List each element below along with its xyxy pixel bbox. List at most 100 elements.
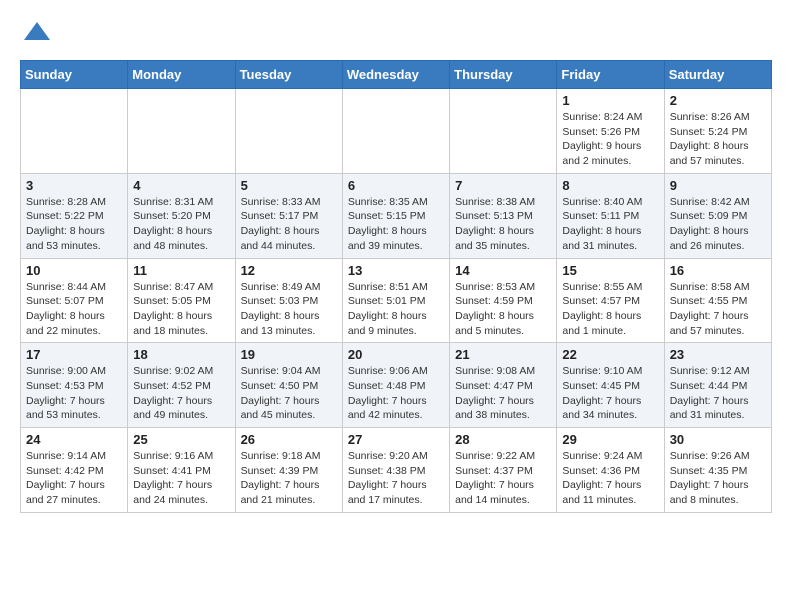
calendar-cell: 9 Sunrise: 8:42 AMSunset: 5:09 PMDaylight… xyxy=(664,173,771,258)
day-number: 23 xyxy=(670,347,766,362)
day-number: 22 xyxy=(562,347,658,362)
day-info: Sunrise: 9:24 AMSunset: 4:36 PMDaylight:… xyxy=(562,449,658,508)
day-info: Sunrise: 8:53 AMSunset: 4:59 PMDaylight:… xyxy=(455,280,551,339)
calendar-cell xyxy=(450,89,557,174)
calendar-week-row: 24 Sunrise: 9:14 AMSunset: 4:42 PMDayligh… xyxy=(21,428,772,513)
day-info: Sunrise: 8:24 AMSunset: 5:26 PMDaylight:… xyxy=(562,110,658,169)
day-number: 14 xyxy=(455,263,551,278)
day-info: Sunrise: 8:42 AMSunset: 5:09 PMDaylight:… xyxy=(670,195,766,254)
day-number: 19 xyxy=(241,347,337,362)
logo-icon xyxy=(22,20,52,50)
calendar-header-row: SundayMondayTuesdayWednesdayThursdayFrid… xyxy=(21,61,772,89)
day-info: Sunrise: 9:10 AMSunset: 4:45 PMDaylight:… xyxy=(562,364,658,423)
calendar-cell: 10 Sunrise: 8:44 AMSunset: 5:07 PMDayligh… xyxy=(21,258,128,343)
day-info: Sunrise: 9:20 AMSunset: 4:38 PMDaylight:… xyxy=(348,449,444,508)
day-info: Sunrise: 9:02 AMSunset: 4:52 PMDaylight:… xyxy=(133,364,229,423)
day-info: Sunrise: 8:58 AMSunset: 4:55 PMDaylight:… xyxy=(670,280,766,339)
calendar-cell: 20 Sunrise: 9:06 AMSunset: 4:48 PMDayligh… xyxy=(342,343,449,428)
day-number: 18 xyxy=(133,347,229,362)
day-number: 7 xyxy=(455,178,551,193)
header-wednesday: Wednesday xyxy=(342,61,449,89)
day-number: 24 xyxy=(26,432,122,447)
day-number: 15 xyxy=(562,263,658,278)
calendar-cell xyxy=(128,89,235,174)
day-number: 5 xyxy=(241,178,337,193)
day-info: Sunrise: 8:38 AMSunset: 5:13 PMDaylight:… xyxy=(455,195,551,254)
day-info: Sunrise: 8:47 AMSunset: 5:05 PMDaylight:… xyxy=(133,280,229,339)
calendar-week-row: 1 Sunrise: 8:24 AMSunset: 5:26 PMDaylight… xyxy=(21,89,772,174)
calendar-cell xyxy=(342,89,449,174)
calendar-cell: 6Sunrise: 8:35 AMSunset: 5:15 PMDaylight… xyxy=(342,173,449,258)
calendar-table: SundayMondayTuesdayWednesdayThursdayFrid… xyxy=(20,60,772,513)
day-info: Sunrise: 8:40 AMSunset: 5:11 PMDaylight:… xyxy=(562,195,658,254)
calendar-cell: 3Sunrise: 8:28 AMSunset: 5:22 PMDaylight… xyxy=(21,173,128,258)
calendar-cell: 19 Sunrise: 9:04 AMSunset: 4:50 PMDayligh… xyxy=(235,343,342,428)
day-info: Sunrise: 8:28 AMSunset: 5:22 PMDaylight:… xyxy=(26,195,122,254)
day-number: 1 xyxy=(562,93,658,108)
day-number: 13 xyxy=(348,263,444,278)
calendar-cell: 16Sunrise: 8:58 AMSunset: 4:55 PMDayligh… xyxy=(664,258,771,343)
day-number: 9 xyxy=(670,178,766,193)
calendar-cell: 29 Sunrise: 9:24 AMSunset: 4:36 PMDayligh… xyxy=(557,428,664,513)
calendar-cell: 11 Sunrise: 8:47 AMSunset: 5:05 PMDayligh… xyxy=(128,258,235,343)
day-number: 25 xyxy=(133,432,229,447)
day-number: 29 xyxy=(562,432,658,447)
day-number: 26 xyxy=(241,432,337,447)
day-number: 21 xyxy=(455,347,551,362)
calendar-cell: 26 Sunrise: 9:18 AMSunset: 4:39 PMDayligh… xyxy=(235,428,342,513)
day-number: 8 xyxy=(562,178,658,193)
day-info: Sunrise: 9:18 AMSunset: 4:39 PMDaylight:… xyxy=(241,449,337,508)
calendar-cell: 1 Sunrise: 8:24 AMSunset: 5:26 PMDaylight… xyxy=(557,89,664,174)
calendar-cell: 7 Sunrise: 8:38 AMSunset: 5:13 PMDaylight… xyxy=(450,173,557,258)
day-number: 11 xyxy=(133,263,229,278)
day-number: 17 xyxy=(26,347,122,362)
calendar-cell: 30 Sunrise: 9:26 AMSunset: 4:35 PMDayligh… xyxy=(664,428,771,513)
day-info: Sunrise: 9:06 AMSunset: 4:48 PMDaylight:… xyxy=(348,364,444,423)
calendar-cell: 23 Sunrise: 9:12 AMSunset: 4:44 PMDayligh… xyxy=(664,343,771,428)
day-number: 30 xyxy=(670,432,766,447)
day-info: Sunrise: 8:31 AMSunset: 5:20 PMDaylight:… xyxy=(133,195,229,254)
calendar-cell: 4Sunrise: 8:31 AMSunset: 5:20 PMDaylight… xyxy=(128,173,235,258)
day-number: 27 xyxy=(348,432,444,447)
day-info: Sunrise: 8:35 AMSunset: 5:15 PMDaylight:… xyxy=(348,195,444,254)
day-number: 10 xyxy=(26,263,122,278)
calendar-week-row: 3Sunrise: 8:28 AMSunset: 5:22 PMDaylight… xyxy=(21,173,772,258)
day-info: Sunrise: 9:08 AMSunset: 4:47 PMDaylight:… xyxy=(455,364,551,423)
calendar-week-row: 10 Sunrise: 8:44 AMSunset: 5:07 PMDayligh… xyxy=(21,258,772,343)
header xyxy=(20,20,772,50)
day-info: Sunrise: 9:22 AMSunset: 4:37 PMDaylight:… xyxy=(455,449,551,508)
day-info: Sunrise: 9:14 AMSunset: 4:42 PMDaylight:… xyxy=(26,449,122,508)
logo xyxy=(20,20,52,50)
calendar-cell: 8 Sunrise: 8:40 AMSunset: 5:11 PMDaylight… xyxy=(557,173,664,258)
day-info: Sunrise: 9:00 AMSunset: 4:53 PMDaylight:… xyxy=(26,364,122,423)
day-info: Sunrise: 8:44 AMSunset: 5:07 PMDaylight:… xyxy=(26,280,122,339)
calendar-week-row: 17 Sunrise: 9:00 AMSunset: 4:53 PMDayligh… xyxy=(21,343,772,428)
day-number: 12 xyxy=(241,263,337,278)
calendar-cell xyxy=(21,89,128,174)
header-monday: Monday xyxy=(128,61,235,89)
day-info: Sunrise: 8:55 AMSunset: 4:57 PMDaylight:… xyxy=(562,280,658,339)
day-number: 28 xyxy=(455,432,551,447)
header-friday: Friday xyxy=(557,61,664,89)
calendar-cell: 12 Sunrise: 8:49 AMSunset: 5:03 PMDayligh… xyxy=(235,258,342,343)
calendar-cell: 21 Sunrise: 9:08 AMSunset: 4:47 PMDayligh… xyxy=(450,343,557,428)
day-info: Sunrise: 9:26 AMSunset: 4:35 PMDaylight:… xyxy=(670,449,766,508)
calendar-cell: 5 Sunrise: 8:33 AMSunset: 5:17 PMDaylight… xyxy=(235,173,342,258)
calendar-cell: 14 Sunrise: 8:53 AMSunset: 4:59 PMDayligh… xyxy=(450,258,557,343)
day-info: Sunrise: 9:04 AMSunset: 4:50 PMDaylight:… xyxy=(241,364,337,423)
day-info: Sunrise: 9:16 AMSunset: 4:41 PMDaylight:… xyxy=(133,449,229,508)
header-tuesday: Tuesday xyxy=(235,61,342,89)
day-info: Sunrise: 8:49 AMSunset: 5:03 PMDaylight:… xyxy=(241,280,337,339)
day-number: 20 xyxy=(348,347,444,362)
calendar-cell xyxy=(235,89,342,174)
day-info: Sunrise: 8:51 AMSunset: 5:01 PMDaylight:… xyxy=(348,280,444,339)
calendar-cell: 22 Sunrise: 9:10 AMSunset: 4:45 PMDayligh… xyxy=(557,343,664,428)
header-sunday: Sunday xyxy=(21,61,128,89)
calendar-cell: 18 Sunrise: 9:02 AMSunset: 4:52 PMDayligh… xyxy=(128,343,235,428)
day-number: 2 xyxy=(670,93,766,108)
header-saturday: Saturday xyxy=(664,61,771,89)
calendar-cell: 13 Sunrise: 8:51 AMSunset: 5:01 PMDayligh… xyxy=(342,258,449,343)
day-info: Sunrise: 9:12 AMSunset: 4:44 PMDaylight:… xyxy=(670,364,766,423)
day-info: Sunrise: 8:33 AMSunset: 5:17 PMDaylight:… xyxy=(241,195,337,254)
calendar-cell: 27 Sunrise: 9:20 AMSunset: 4:38 PMDayligh… xyxy=(342,428,449,513)
